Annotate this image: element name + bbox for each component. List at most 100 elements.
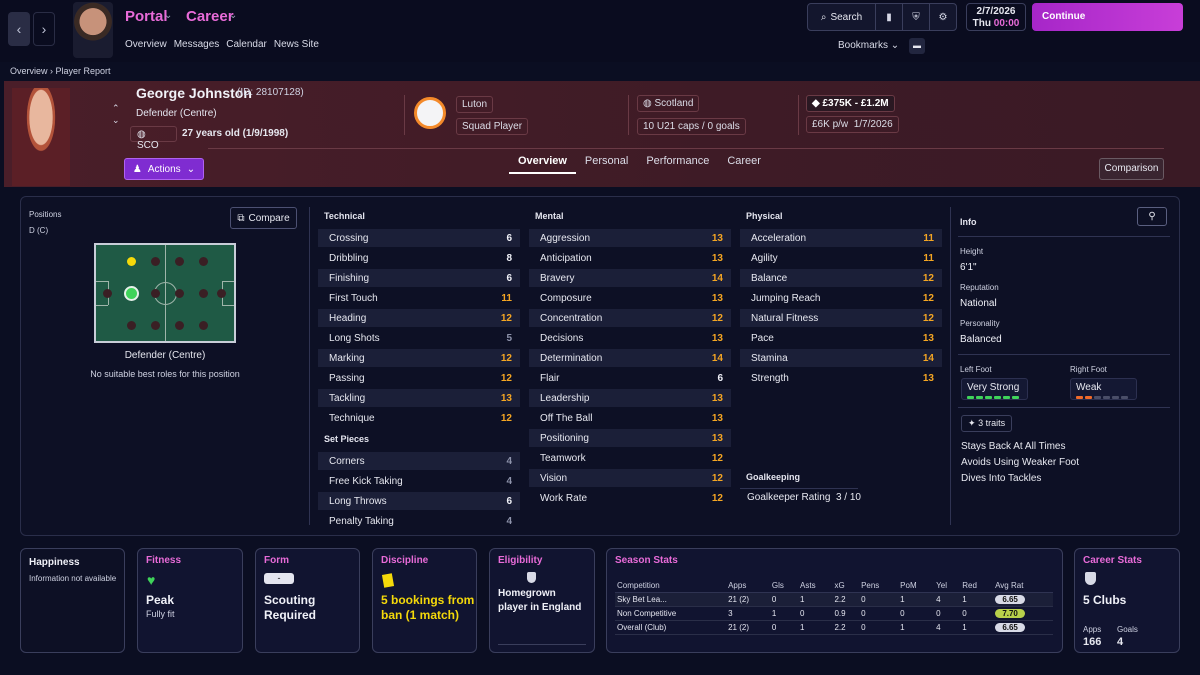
rating-badge: 6.65 xyxy=(995,595,1026,604)
happiness-card[interactable]: Happiness Information not available xyxy=(20,548,125,653)
attribute-row[interactable]: Anticipation 13 xyxy=(529,249,731,267)
fitness-card[interactable]: Fitness ♥ Peak Fully fit xyxy=(137,548,243,653)
subnav-messages[interactable]: Messages xyxy=(174,39,220,50)
attribute-row[interactable]: Flair 6 xyxy=(529,369,731,387)
attribute-row[interactable]: Work Rate 12 xyxy=(529,489,731,507)
attribute-row[interactable]: Technique 12 xyxy=(318,409,520,427)
attribute-row[interactable]: Crossing 6 xyxy=(318,229,520,247)
technical-heading: Technical xyxy=(324,211,365,221)
attribute-row[interactable]: Penalty Taking 4 xyxy=(318,512,520,530)
subnav-overview[interactable]: Overview xyxy=(125,39,167,50)
sub-navigation: Overview Messages Calendar News Site xyxy=(125,39,319,50)
attribute-row[interactable]: Leadership 13 xyxy=(529,389,731,407)
attribute-row[interactable]: Tackling 13 xyxy=(318,389,520,407)
table-cell: 6.65 xyxy=(993,620,1053,635)
attribute-row[interactable]: Concentration 12 xyxy=(529,309,731,327)
table-row[interactable]: Non Competitive 3 1 0 0.9 0 0 0 0 7.70 xyxy=(615,606,1053,621)
attribute-row[interactable]: Marking 12 xyxy=(318,349,520,367)
chevron-down-icon[interactable]: ⌄ xyxy=(229,10,237,21)
attribute-row[interactable]: Free Kick Taking 4 xyxy=(318,472,520,490)
eligibility-card[interactable]: Eligibility Homegrown player in England xyxy=(489,548,595,653)
attribute-row[interactable]: Composure 13 xyxy=(529,289,731,307)
table-row[interactable]: Sky Bet Lea... 21 (2) 0 1 2.2 0 1 4 1 6.65 xyxy=(615,592,1053,607)
career-stats-card[interactable]: Career Stats 5 Clubs Apps 166 Goals 4 xyxy=(1074,548,1180,653)
back-button[interactable]: ‹ xyxy=(8,12,30,46)
comparison-button[interactable]: Comparison xyxy=(1099,158,1164,180)
attribute-row[interactable]: Positioning 13 xyxy=(529,429,731,447)
globe-icon: ◍ xyxy=(643,98,652,109)
breadcrumb-overview[interactable]: Overview xyxy=(10,66,48,76)
nationality-badge[interactable]: ◍ SCO xyxy=(130,126,177,151)
attribute-row[interactable]: First Touch 11 xyxy=(318,289,520,307)
attribute-value: 12 xyxy=(500,372,512,384)
attribute-row[interactable]: Bravery 14 xyxy=(529,269,731,287)
club-name[interactable]: Luton xyxy=(456,96,494,113)
form-card[interactable]: Form - Scouting Required xyxy=(255,548,360,653)
tab-performance[interactable]: Performance xyxy=(637,150,718,174)
career-menu[interactable]: Career xyxy=(186,8,234,25)
attribute-row[interactable]: Stamina 14 xyxy=(740,349,942,367)
forward-button[interactable]: › xyxy=(33,12,55,46)
club-icon[interactable]: ⛨ xyxy=(903,4,930,30)
chat-icon[interactable]: ▬ xyxy=(909,38,925,54)
attribute-row[interactable]: Passing 12 xyxy=(318,369,520,387)
continue-button[interactable]: Continue xyxy=(1032,3,1183,31)
tab-career[interactable]: Career xyxy=(718,150,770,174)
bookmarks-menu[interactable]: Bookmarks ⌄ xyxy=(838,40,899,51)
attribute-row[interactable]: Corners 4 xyxy=(318,452,520,470)
attribute-row[interactable]: Dribbling 8 xyxy=(318,249,520,267)
attribute-row[interactable]: Acceleration 11 xyxy=(740,229,942,247)
player-switch[interactable]: ⌃ ⌄ xyxy=(112,102,120,126)
attribute-value: 6 xyxy=(717,372,723,384)
attribute-value: 12 xyxy=(500,352,512,364)
attribute-row[interactable]: Heading 12 xyxy=(318,309,520,327)
club-badge-icon[interactable] xyxy=(414,97,446,129)
traits-button[interactable]: ✦ 3 traits xyxy=(961,415,1013,432)
player-info-icon[interactable]: ⚲ xyxy=(1137,207,1167,226)
chevron-down-icon[interactable]: ⌄ xyxy=(112,114,120,126)
nation-name[interactable]: ◍ Scotland xyxy=(637,95,700,112)
table-cell: Non Competitive xyxy=(615,606,727,621)
attribute-row[interactable]: Vision 12 xyxy=(529,469,731,487)
attribute-row[interactable]: Agility 11 xyxy=(740,249,942,267)
attribute-row[interactable]: Strength 13 xyxy=(740,369,942,387)
attribute-name: Vision xyxy=(540,472,568,484)
attribute-name: Crossing xyxy=(329,232,369,244)
gear-icon[interactable]: ⚙ xyxy=(930,4,956,30)
attribute-row[interactable]: Decisions 13 xyxy=(529,329,731,347)
attribute-row[interactable]: Aggression 13 xyxy=(529,229,731,247)
attribute-row[interactable]: Balance 12 xyxy=(740,269,942,287)
table-cell: 0.9 xyxy=(832,606,860,621)
season-stats-card[interactable]: Season Stats Competition Apps Gls Asts x… xyxy=(606,548,1063,653)
bookmark-icon[interactable]: ▮ xyxy=(876,4,903,30)
table-cell: 1 xyxy=(769,606,799,621)
actions-button[interactable]: ♟ Actions ⌄ xyxy=(124,158,204,180)
portal-menu[interactable]: Portal xyxy=(125,8,168,25)
attribute-row[interactable]: Pace 13 xyxy=(740,329,942,347)
attribute-value: 6 xyxy=(506,272,512,284)
table-cell: 2.2 xyxy=(832,620,860,635)
divider xyxy=(404,95,405,135)
chevron-down-icon[interactable]: ⌄ xyxy=(164,10,172,21)
attribute-row[interactable]: Determination 14 xyxy=(529,349,731,367)
table-cell: 21 (2) xyxy=(726,620,770,635)
attribute-row[interactable]: Natural Fitness 12 xyxy=(740,309,942,327)
manager-avatar[interactable] xyxy=(73,2,113,58)
tab-personal[interactable]: Personal xyxy=(576,150,637,174)
chevron-up-icon[interactable]: ⌃ xyxy=(112,102,120,114)
attribute-row[interactable]: Off The Ball 13 xyxy=(529,409,731,427)
tab-overview[interactable]: Overview xyxy=(509,150,576,174)
divider xyxy=(309,207,310,525)
subnav-calendar[interactable]: Calendar xyxy=(226,39,267,50)
search-button[interactable]: ⌕ Search xyxy=(808,4,876,30)
discipline-card[interactable]: Discipline 5 bookings from ban (1 match) xyxy=(372,548,477,653)
table-row[interactable]: Overall (Club) 21 (2) 0 1 2.2 0 1 4 1 6.65 xyxy=(615,620,1053,635)
attribute-row[interactable]: Long Shots 5 xyxy=(318,329,520,347)
attribute-row[interactable]: Jumping Reach 12 xyxy=(740,289,942,307)
attribute-row[interactable]: Long Throws 6 xyxy=(318,492,520,510)
attribute-row[interactable]: Teamwork 12 xyxy=(529,449,731,467)
attribute-row[interactable]: Finishing 6 xyxy=(318,269,520,287)
compare-button[interactable]: ⧉ Compare xyxy=(230,207,297,229)
player-age: 27 years old (1/9/1998) xyxy=(182,128,289,139)
subnav-news-site[interactable]: News Site xyxy=(274,39,319,50)
